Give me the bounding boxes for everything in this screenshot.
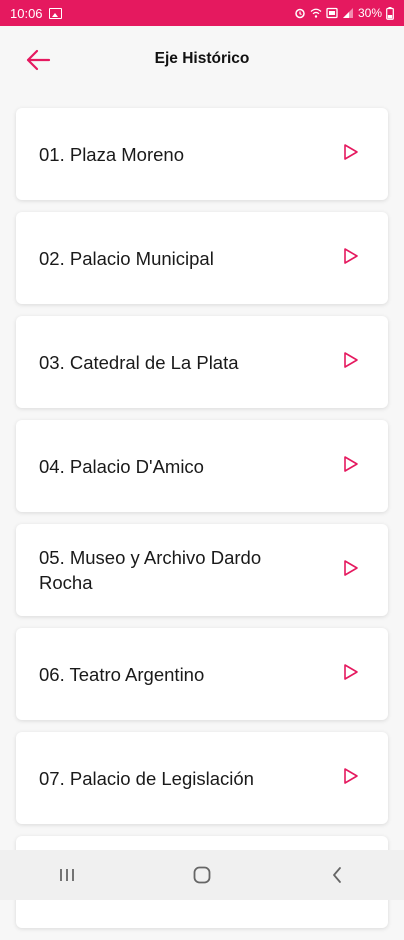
recents-button[interactable] <box>47 860 87 890</box>
status-right: 30% <box>294 6 394 20</box>
status-time: 10:06 <box>10 5 43 21</box>
page-title: Eje Histórico <box>154 50 250 67</box>
battery-icon <box>386 6 394 20</box>
list-item[interactable]: 04. Palacio D'Amico <box>16 420 388 512</box>
list-item-label: 01. Plaza Moreno <box>39 143 185 165</box>
play-outline-icon[interactable] <box>342 350 360 370</box>
status-bar: 10:06 30% <box>0 0 404 26</box>
system-nav-bar <box>0 850 404 900</box>
list-item-label: 06. Teatro Argentino <box>39 663 205 685</box>
list-item[interactable]: 03. Catedral de La Plata <box>16 316 388 408</box>
status-left: 10:06 <box>10 6 62 21</box>
home-icon <box>193 866 211 884</box>
list-item[interactable]: 02. Palacio Municipal <box>16 212 388 304</box>
list-item[interactable]: 01. Plaza Moreno <box>16 108 388 200</box>
lte-icon <box>326 7 338 19</box>
wifi-icon <box>310 8 322 18</box>
signal-icon <box>342 8 353 18</box>
list-item-label: 03. Catedral de La Plata <box>39 351 239 373</box>
list-item-label: 05. Museo y Archivo Dardo Rocha <box>39 547 262 593</box>
home-button[interactable] <box>182 860 222 890</box>
play-outline-icon[interactable] <box>342 142 360 162</box>
alarm-icon <box>295 8 305 19</box>
recents-icon <box>60 869 75 881</box>
list-item[interactable]: 07. Palacio de Legislación <box>16 732 388 824</box>
play-outline-icon[interactable] <box>342 246 360 266</box>
list-item-label: 04. Palacio D'Amico <box>39 455 204 477</box>
app-header: Eje Histórico <box>0 26 404 94</box>
play-outline-icon[interactable] <box>342 662 360 682</box>
gallery-notification-icon <box>48 7 62 19</box>
battery-percent: 30% <box>357 6 382 20</box>
nav-back-button[interactable] <box>317 860 357 890</box>
nav-back-icon <box>332 867 341 883</box>
list-item[interactable]: 06. Teatro Argentino <box>16 628 388 720</box>
list-item-label: 07. Palacio de Legislación <box>39 767 254 789</box>
list-item-label: 02. Palacio Municipal <box>39 247 214 269</box>
play-outline-icon[interactable] <box>342 558 360 578</box>
play-outline-icon[interactable] <box>342 766 360 786</box>
places-list: 01. Plaza Moreno 02. Palacio Municipal 0… <box>16 108 388 940</box>
list-item[interactable]: 05. Museo y Archivo Dardo Rocha <box>16 524 388 616</box>
play-outline-icon[interactable] <box>342 454 360 474</box>
